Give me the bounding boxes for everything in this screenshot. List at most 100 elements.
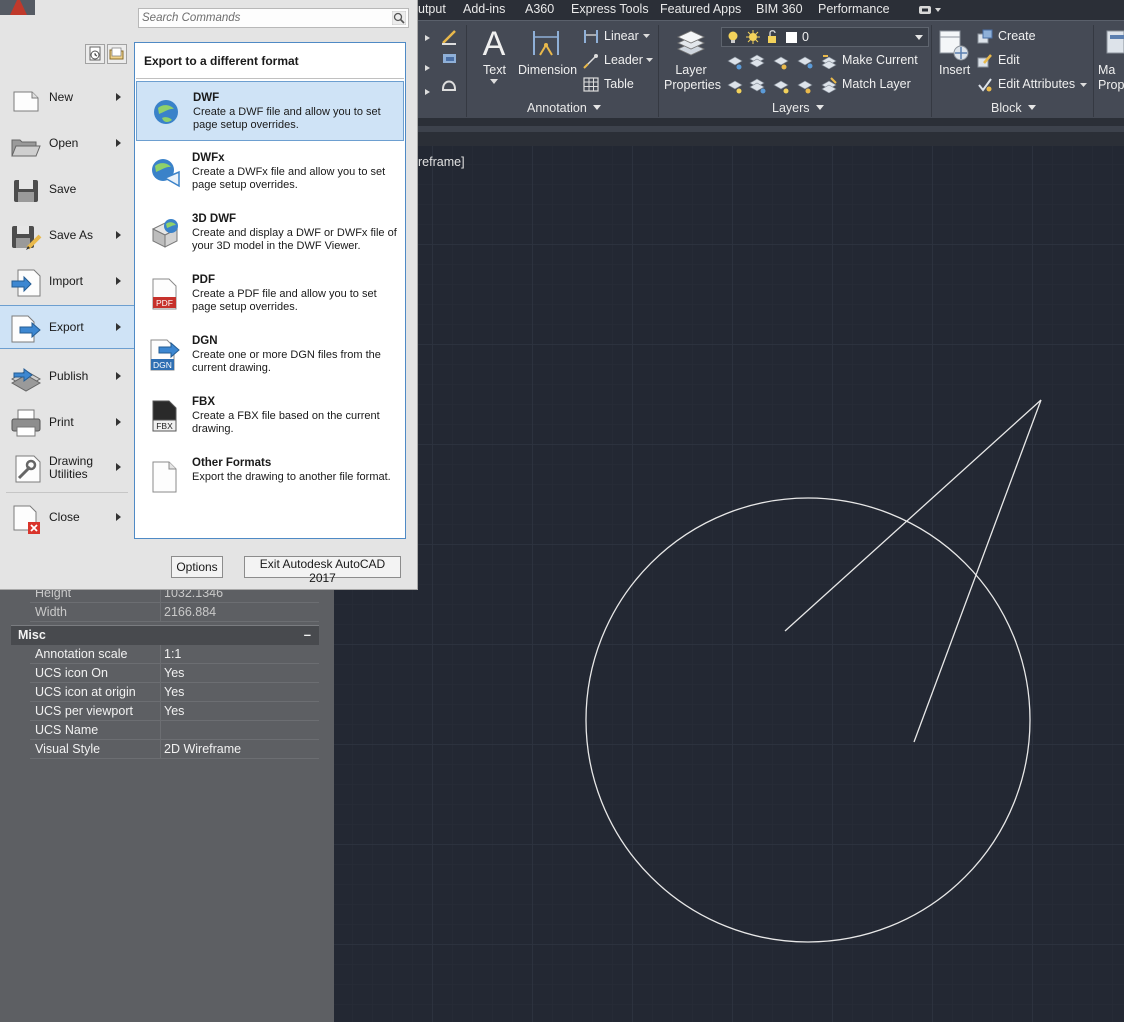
open-documents-button[interactable] <box>107 44 127 64</box>
menu-item-import[interactable]: Import <box>0 260 134 304</box>
dimension-button-label[interactable]: Dimension <box>518 63 577 77</box>
property-label: Visual Style <box>35 742 101 756</box>
property-row-annotation-scale[interactable]: Annotation scale 1:1 <box>30 645 319 664</box>
edit-block-icon[interactable] <box>977 53 993 69</box>
export-3d-dwf-item[interactable]: 3D DWF Create and display a DWF or DWFx … <box>136 203 404 263</box>
export-pdf-item[interactable]: PDF PDF Create a PDF file and allow you … <box>136 264 404 324</box>
annotation-panel-title[interactable]: Annotation <box>527 101 601 117</box>
create-button-label[interactable]: Create <box>998 29 1036 43</box>
property-row-ucs-per-viewport[interactable]: UCS per viewport Yes <box>30 702 319 721</box>
property-row-ucs-icon-at-origin[interactable]: UCS icon at origin Yes <box>30 683 319 702</box>
tab-featured-apps[interactable]: Featured Apps <box>660 2 741 16</box>
menu-item-drawing-utilities[interactable]: Drawing Utilities <box>0 446 134 490</box>
make-current-button-label[interactable]: Make Current <box>842 53 918 67</box>
match-layer-button-label[interactable]: Match Layer <box>842 77 911 91</box>
chevron-down-icon[interactable] <box>915 35 923 40</box>
autocad-logo[interactable] <box>0 0 35 15</box>
menu-item-publish[interactable]: Publish <box>0 355 134 399</box>
submenu-item-title: Other Formats <box>192 457 272 469</box>
make-current-icon[interactable] <box>821 53 837 69</box>
tab-express-tools[interactable]: Express Tools <box>571 2 649 16</box>
collapse-icon[interactable]: – <box>304 627 311 642</box>
options-button[interactable]: Options <box>171 556 223 578</box>
layers-panel-title[interactable]: Layers <box>772 101 824 117</box>
search-input[interactable] <box>140 10 392 26</box>
drawing-geometry[interactable] <box>334 146 1124 1022</box>
submenu-item-description: Create a DWFx file and allow you to set … <box>192 166 386 191</box>
edit-button-label[interactable]: Edit <box>998 53 1020 67</box>
property-value[interactable]: Yes <box>164 704 184 718</box>
table-button-label[interactable]: Table <box>604 77 634 91</box>
search-commands-box[interactable] <box>138 8 409 28</box>
drawn-circle[interactable] <box>585 497 1031 943</box>
tab-a360[interactable]: A360 <box>525 2 554 16</box>
linear-button-label[interactable]: Linear <box>604 29 639 43</box>
layer-tools-icons[interactable] <box>726 53 822 97</box>
menu-item-export[interactable]: Export <box>0 305 134 349</box>
export-dwfx-item[interactable]: DWFx Create a DWFx file and allow you to… <box>136 142 404 202</box>
insert-block-icon[interactable] <box>937 27 971 63</box>
leader-icon[interactable] <box>583 53 599 69</box>
layer-properties-button-label[interactable]: Layer Properties <box>664 63 721 93</box>
layer-state-icons[interactable] <box>726 30 798 45</box>
menu-item-label: New <box>49 90 74 104</box>
property-row-ucs-name[interactable]: UCS Name <box>30 721 319 740</box>
menu-item-save-as[interactable]: Save As <box>0 214 134 258</box>
block-panel-title[interactable]: Block <box>991 101 1036 117</box>
property-value[interactable]: 1:1 <box>164 647 181 661</box>
export-fbx-item[interactable]: FBX FBX Create a FBX file based on the c… <box>136 386 404 446</box>
layer-dropdown[interactable]: 0 <box>721 27 929 47</box>
text-button-label[interactable]: Text <box>483 63 506 77</box>
export-other-formats-item[interactable]: Other Formats Export the drawing to anot… <box>136 447 404 507</box>
tab-performance[interactable]: Performance <box>818 2 890 16</box>
menu-item-open[interactable]: Open <box>0 122 134 166</box>
tab-add-ins[interactable]: Add-ins <box>463 2 505 16</box>
draw-tool-partial-icons[interactable] <box>422 29 434 99</box>
match-layer-icon[interactable] <box>821 77 837 93</box>
chevron-down-icon[interactable] <box>1080 83 1087 88</box>
menu-item-label: Print <box>49 415 74 429</box>
create-block-icon[interactable] <box>977 29 993 45</box>
menu-item-new[interactable]: New <box>0 76 134 120</box>
tab-output[interactable]: utput <box>418 2 446 16</box>
menu-item-save[interactable]: Save <box>0 168 134 212</box>
leader-button-label[interactable]: Leader <box>604 53 643 67</box>
edit-attributes-icon[interactable] <box>977 77 993 93</box>
recent-documents-button[interactable] <box>85 44 105 64</box>
layer-properties-icon[interactable] <box>674 27 708 59</box>
autocad-a-icon <box>10 0 27 15</box>
submenu-item-description: Create a FBX file based on the current d… <box>192 410 380 435</box>
property-row-ucs-icon-on[interactable]: UCS icon On Yes <box>30 664 319 683</box>
property-value[interactable]: Yes <box>164 666 184 680</box>
match-properties-button-label[interactable]: Ma Prop <box>1098 63 1124 93</box>
drawn-line-2[interactable] <box>913 399 1042 743</box>
export-dgn-item[interactable]: DGN DGN Create one or more DGN files fro… <box>136 325 404 385</box>
linear-dimension-icon[interactable] <box>583 29 599 45</box>
chevron-down-icon[interactable] <box>646 58 653 63</box>
insert-button-label[interactable]: Insert <box>939 63 970 77</box>
property-value[interactable]: Yes <box>164 685 184 699</box>
menu-item-print[interactable]: Print <box>0 401 134 445</box>
tab-bim-360[interactable]: BIM 360 <box>756 2 803 16</box>
property-row-width[interactable]: Width 2166.884 <box>30 603 319 622</box>
exit-autocad-button[interactable]: Exit Autodesk AutoCAD 2017 <box>244 556 401 585</box>
drawn-line-1[interactable] <box>784 399 1042 632</box>
chevron-down-icon[interactable] <box>490 79 498 85</box>
export-dwf-item[interactable]: DWF Create a DWF file and allow you to s… <box>136 81 404 141</box>
open-folder-icon <box>11 139 41 157</box>
text-icon[interactable]: A <box>480 27 508 61</box>
dimension-icon[interactable] <box>531 27 561 59</box>
chevron-down-icon[interactable] <box>643 34 650 39</box>
fbx-icon: FBX <box>152 400 177 432</box>
table-icon[interactable] <box>583 77 599 92</box>
misc-section-header[interactable]: Misc – <box>11 625 319 645</box>
ribbon-minimize-icon[interactable] <box>918 5 942 15</box>
property-value[interactable]: 2166.884 <box>164 605 216 619</box>
modify-tools-icons[interactable] <box>440 27 460 99</box>
edit-attributes-button-label[interactable]: Edit Attributes <box>998 77 1075 91</box>
search-icon[interactable] <box>392 11 406 25</box>
menu-item-close[interactable]: Close <box>0 496 134 540</box>
match-properties-icon[interactable] <box>1104 27 1124 59</box>
property-value[interactable]: 2D Wireframe <box>164 742 241 756</box>
property-row-visual-style[interactable]: Visual Style 2D Wireframe <box>30 740 319 759</box>
